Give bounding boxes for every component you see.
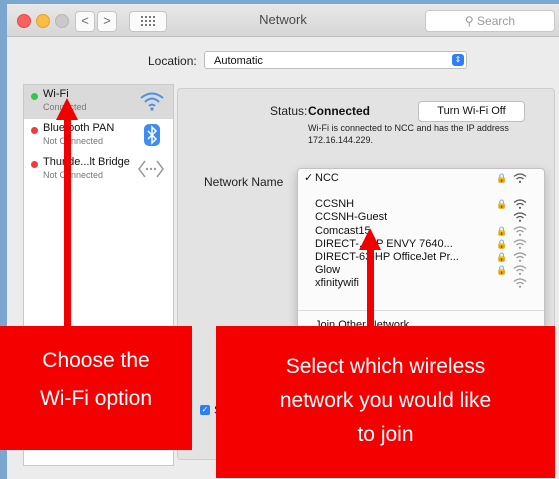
wifi-signal-icon	[513, 278, 527, 288]
callout-line: network you would like	[279, 389, 492, 412]
search-icon: ⚲	[464, 14, 474, 28]
status-dot-red	[31, 127, 38, 134]
network-name: CCSNH-Guest	[315, 211, 388, 223]
location-select[interactable]: Automatic ⇕	[204, 51, 467, 69]
wifi-signal-icon	[513, 199, 527, 209]
wifi-signal-icon	[513, 239, 527, 249]
service-item-wifi[interactable]: Wi-Fi Connected	[24, 85, 173, 119]
lock-icon: 🔒	[496, 226, 508, 236]
lock-icon: 🔒	[496, 173, 508, 183]
network-item-ccsnh[interactable]: CCSNH 🔒	[298, 198, 544, 211]
status-dot-red	[31, 161, 38, 168]
wifi-signal-icon	[513, 212, 527, 222]
network-dropdown-menu: ✓ NCC 🔒 CCSNH 🔒 CCSNH-Guest Comcast15 🔒 …	[297, 168, 545, 338]
wifi-signal-icon	[513, 226, 527, 236]
lock-icon: 🔒	[496, 199, 508, 209]
location-label: Location:	[148, 54, 197, 68]
title-bar: < > Network ⚲ Search	[7, 4, 559, 37]
network-name: xfinitywifi	[315, 277, 360, 289]
callout-line: Select which wireless	[285, 355, 486, 378]
annotation-arrow-right-head	[359, 228, 381, 250]
service-item-bluetooth[interactable]: Bluetooth PAN Not Connected	[24, 119, 173, 153]
wifi-icon	[140, 92, 164, 111]
search-placeholder: Search	[477, 14, 516, 28]
callout-line: to join	[357, 423, 414, 446]
bluetooth-icon	[144, 124, 160, 146]
network-item-comcast[interactable]: Comcast15 🔒	[298, 225, 544, 238]
annotation-arrow-right-shaft	[367, 248, 374, 330]
network-item-glow[interactable]: Glow 🔒	[298, 264, 544, 277]
network-name: Glow	[315, 264, 341, 276]
location-value: Automatic	[214, 55, 263, 67]
service-status: Not Connected	[43, 136, 104, 146]
status-dot-green	[31, 93, 38, 100]
callout-line: Wi-Fi option	[39, 387, 153, 410]
callout-select-network: Select which wireless network you would …	[216, 326, 555, 478]
annotation-arrow-left-shaft	[64, 118, 71, 330]
wifi-signal-icon	[513, 252, 527, 262]
wifi-signal-icon	[513, 173, 527, 183]
service-status: Not Connected	[43, 170, 104, 180]
service-name: Bluetooth PAN	[43, 122, 115, 134]
network-item-direct-officejet[interactable]: DIRECT-63-HP OfficeJet Pr... 🔒	[298, 251, 544, 264]
show-wifi-status-checkbox[interactable]: ✓	[200, 405, 210, 415]
network-name: NCC	[315, 172, 339, 184]
callout-line: Choose the	[42, 349, 150, 372]
status-description: Wi-Fi is connected to NCC and has the IP…	[308, 123, 509, 145]
menu-separator	[298, 310, 544, 311]
service-item-thunderbolt[interactable]: Thunde...lt Bridge Not Connected	[24, 153, 173, 187]
network-name-label: Network Name	[204, 175, 284, 189]
checkmark-icon: ✓	[304, 172, 314, 184]
search-field[interactable]: ⚲ Search	[425, 10, 555, 32]
lock-icon: 🔒	[496, 239, 508, 249]
thunderbolt-bridge-icon	[138, 160, 164, 178]
network-item-ncc[interactable]: ✓ NCC 🔒	[298, 172, 544, 185]
network-item-xfinitywifi[interactable]: xfinitywifi	[298, 277, 544, 290]
lock-icon: 🔒	[496, 252, 508, 262]
network-name: DIRECT-63-HP OfficeJet Pr...	[315, 251, 459, 263]
network-name: DIRECT-...HP ENVY 7640...	[315, 238, 453, 250]
network-name: CCSNH	[315, 198, 355, 210]
lock-icon: 🔒	[496, 265, 508, 275]
status-label: Status:	[270, 104, 308, 118]
network-item-ccsnh-guest[interactable]: CCSNH-Guest	[298, 211, 544, 224]
wifi-signal-icon	[513, 265, 527, 275]
callout-choose-wifi: Choose the Wi-Fi option	[0, 326, 192, 450]
chevron-updown-icon: ⇕	[452, 54, 464, 66]
service-name: Thunde...lt Bridge	[43, 156, 130, 168]
status-value: Connected	[308, 104, 371, 118]
turn-wifi-off-button[interactable]: Turn Wi-Fi Off	[418, 101, 525, 122]
annotation-arrow-left-head	[56, 98, 78, 120]
network-item-direct-envy[interactable]: DIRECT-...HP ENVY 7640... 🔒	[298, 238, 544, 251]
